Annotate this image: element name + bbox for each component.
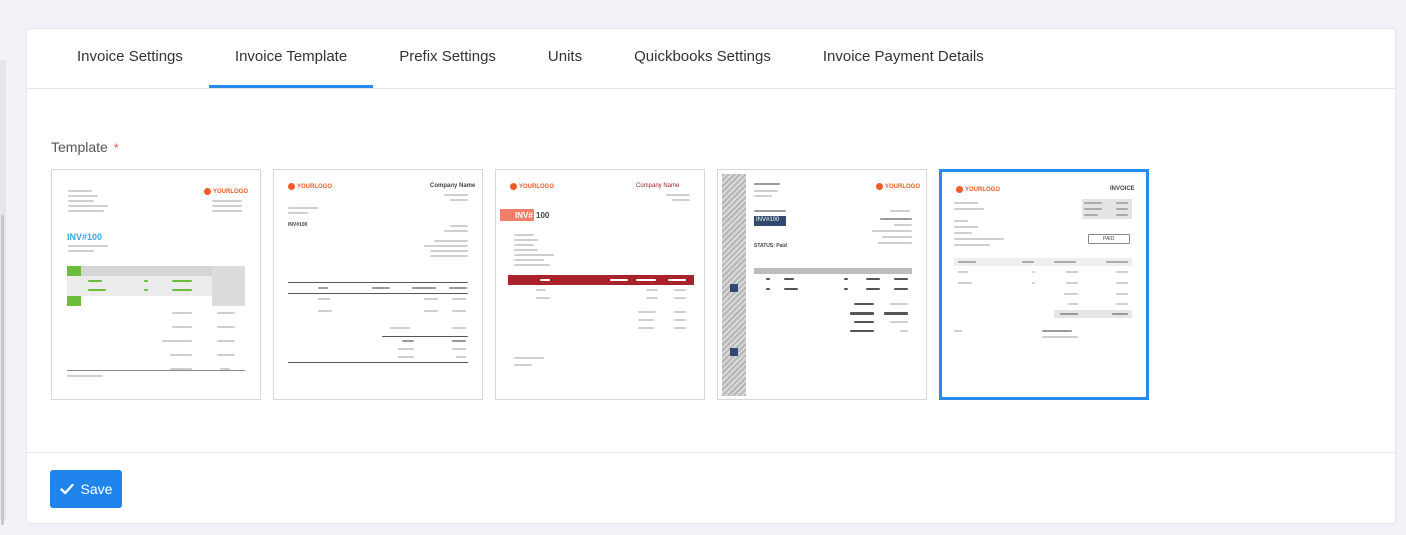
logo-icon: YOURLOGO bbox=[956, 186, 1000, 193]
tab-units[interactable]: Units bbox=[522, 29, 608, 88]
template-option-4[interactable]: YOURLOGO INV#100 STATUS: Paid bbox=[717, 169, 927, 400]
template-option-3[interactable]: YOURLOGO Company Name INV# 100 bbox=[495, 169, 705, 400]
settings-tabs: Invoice Settings Invoice Template Prefix… bbox=[27, 29, 1395, 89]
tab-invoice-payment-details[interactable]: Invoice Payment Details bbox=[797, 29, 1010, 88]
logo-icon: YOURLOGO bbox=[876, 183, 920, 190]
scrollbar-thumb[interactable] bbox=[1, 215, 4, 525]
required-mark: * bbox=[113, 141, 119, 155]
template-option-1[interactable]: YOURLOGO INV#100 bbox=[51, 169, 261, 400]
logo-icon: YOURLOGO bbox=[510, 183, 554, 190]
template-title: INVOICE bbox=[1110, 186, 1135, 192]
tab-quickbooks-settings[interactable]: Quickbooks Settings bbox=[608, 29, 797, 88]
save-button-label: Save bbox=[80, 481, 113, 497]
template-invoice-number: INV#100 bbox=[288, 222, 308, 228]
template-company-name: Company Name bbox=[636, 183, 680, 189]
template-options: YOURLOGO INV#100 YOURLOGO Company Name I… bbox=[51, 169, 1149, 400]
tab-invoice-template[interactable]: Invoice Template bbox=[208, 29, 374, 88]
template-option-5[interactable]: YOURLOGO INVOICE PAID bbox=[939, 169, 1149, 400]
template-invoice-tag: INV# bbox=[515, 211, 533, 220]
tab-prefix-settings[interactable]: Prefix Settings bbox=[373, 29, 522, 88]
logo-icon: YOURLOGO bbox=[204, 188, 248, 195]
logo-icon: YOURLOGO bbox=[288, 183, 332, 190]
tab-invoice-settings[interactable]: Invoice Settings bbox=[51, 29, 209, 88]
checkmark-icon bbox=[59, 483, 74, 495]
template-option-2[interactable]: YOURLOGO Company Name INV#100 bbox=[273, 169, 483, 400]
template-invoice-number: INV#100 bbox=[67, 232, 103, 242]
form-footer: Save bbox=[27, 452, 1395, 524]
template-paid-badge: PAID bbox=[1103, 236, 1115, 242]
page-scrollbar[interactable] bbox=[0, 60, 6, 525]
template-invoice-number: 100 bbox=[536, 211, 550, 220]
template-invoice-number: INV#100 bbox=[756, 217, 780, 223]
template-label-text: Template bbox=[51, 139, 108, 155]
settings-card: Invoice Settings Invoice Template Prefix… bbox=[26, 28, 1396, 524]
template-status: STATUS: Paid bbox=[754, 243, 787, 249]
template-company-name: Company Name bbox=[430, 183, 476, 189]
save-button[interactable]: Save bbox=[50, 470, 122, 508]
template-field-label: Template * bbox=[51, 139, 118, 155]
